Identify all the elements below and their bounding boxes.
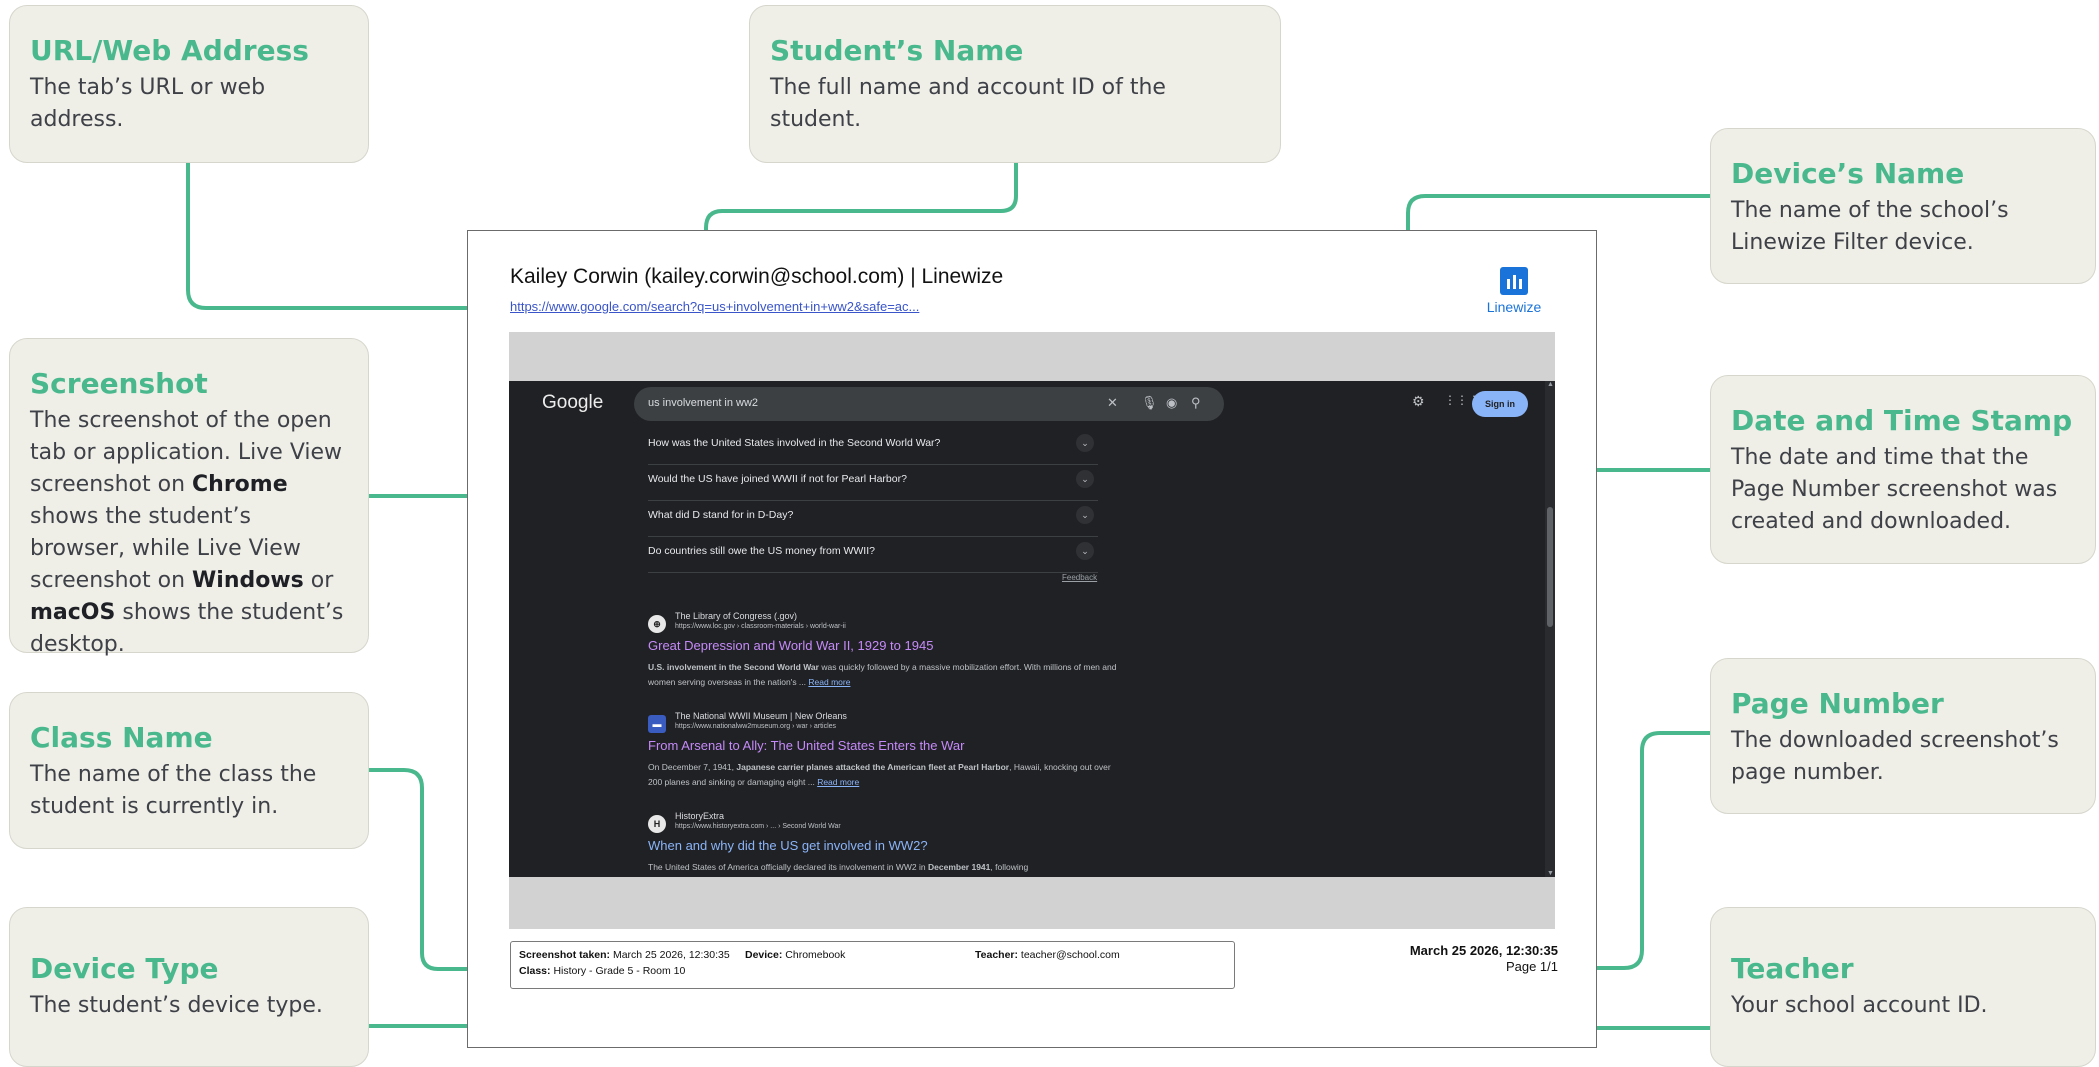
- result-snippet: On December 7, 1941, Japanese carrier pl…: [648, 762, 1111, 787]
- result-snippet: U.S. involvement in the Second World War…: [648, 662, 1117, 687]
- callout-page-number-title: Page Number: [1731, 687, 1944, 720]
- related-question-text: What did D stand for in D-Day?: [648, 509, 794, 521]
- callout-device-name-title: Device’s Name: [1731, 157, 1965, 190]
- linewize-brand-name: Linewize: [1486, 299, 1542, 315]
- linewize-logo: Linewize: [1474, 267, 1554, 315]
- callout-url-desc: The tab’s URL or web address.: [30, 75, 266, 132]
- callout-datetime-desc: The date and time that the Page Number s…: [1731, 445, 2058, 534]
- screenshot-info-box: Screenshot taken: March 25 2026, 12:30:3…: [510, 941, 1235, 989]
- chevron-down-icon[interactable]: ⌄: [1076, 434, 1094, 452]
- related-question-text: How was the United States involved in th…: [648, 437, 941, 449]
- clear-search-icon[interactable]: ✕: [1107, 395, 1118, 411]
- result-title-link[interactable]: When and why did the US get involved in …: [648, 838, 928, 853]
- screenshot-frame: Google us involvement in ww2 ✕ 🎙 ◉ ⚲ ⚙ ⋮…: [509, 332, 1555, 929]
- linewize-logo-icon: [1500, 267, 1528, 295]
- callout-device-type-title: Device Type: [30, 952, 219, 985]
- callout-class-name-desc: The name of the class the student is cur…: [30, 762, 317, 819]
- search-result: ▬ The National WWII Museum | New Orleans…: [648, 709, 1128, 789]
- callout-page-number: Page Number The downloaded screenshot’s …: [1710, 658, 2096, 814]
- callout-url-title: URL/Web Address: [30, 34, 309, 67]
- scroll-down-arrow-icon[interactable]: ▼: [1547, 870, 1554, 877]
- search-icon[interactable]: ⚲: [1191, 395, 1201, 411]
- google-search-query: us involvement in ww2: [648, 397, 759, 409]
- scrollbar[interactable]: ▲ ▼: [1545, 381, 1555, 877]
- chevron-down-icon[interactable]: ⌄: [1076, 470, 1094, 488]
- result-site-name: The National WWII Museum | New Orleans: [675, 711, 847, 721]
- camera-lens-icon[interactable]: ◉: [1166, 395, 1177, 411]
- scroll-up-arrow-icon[interactable]: ▲: [1547, 381, 1554, 388]
- google-sign-in-button[interactable]: Sign in: [1472, 391, 1528, 417]
- callout-class-name-title: Class Name: [30, 721, 213, 754]
- result-cite: https://www.historyextra.com › ... › Sec…: [675, 823, 841, 830]
- callout-screenshot: Screenshot The screenshot of the open ta…: [9, 338, 369, 657]
- callout-teacher-title: Teacher: [1731, 952, 1854, 985]
- read-more-link[interactable]: Read more: [817, 777, 859, 787]
- callout-datetime: Date and Time Stamp The date and time th…: [1710, 375, 2096, 564]
- class-name: Class: History - Grade 5 - Room 10: [519, 965, 686, 977]
- result-site-name: The Library of Congress (.gov): [675, 611, 798, 621]
- museum-favicon-icon: ▬: [648, 715, 666, 733]
- teacher-id: Teacher: teacher@school.com: [975, 949, 1120, 961]
- read-more-link[interactable]: Read more: [808, 677, 850, 687]
- chevron-down-icon[interactable]: ⌄: [1076, 506, 1094, 524]
- callout-student-name-title: Student’s Name: [770, 34, 1024, 67]
- callout-screenshot-title: Screenshot: [30, 367, 208, 400]
- chevron-down-icon[interactable]: ⌄: [1076, 542, 1094, 560]
- gear-icon[interactable]: ⚙: [1412, 393, 1425, 410]
- result-snippet: The United States of America officially …: [648, 862, 1029, 872]
- callout-teacher-desc: Your school account ID.: [1731, 993, 1988, 1018]
- callout-device-name: Device’s Name The name of the school’s L…: [1710, 128, 2096, 284]
- loc-favicon-icon: ⊕: [648, 615, 666, 633]
- screenshot-taken: Screenshot taken: March 25 2026, 12:30:3…: [519, 949, 730, 961]
- related-question[interactable]: Would the US have joined WWII if not for…: [648, 464, 1098, 501]
- callout-teacher: Teacher Your school account ID.: [1710, 907, 2096, 1067]
- result-cite: https://www.loc.gov › classroom-material…: [675, 623, 846, 630]
- result-site-name: HistoryExtra: [675, 811, 725, 821]
- page-number: Page 1/1: [1505, 959, 1558, 974]
- historyextra-favicon-icon: H: [648, 815, 666, 833]
- stamp-datetime: March 25 2026, 12:30:35: [1409, 943, 1558, 958]
- scrollbar-thumb[interactable]: [1547, 507, 1553, 627]
- callout-device-type: Device Type The student’s device type.: [9, 907, 369, 1067]
- screenshot-document: Kailey Corwin (kailey.corwin@school.com)…: [467, 230, 1597, 1048]
- callout-screenshot-desc: The screenshot of the open tab or applic…: [30, 408, 344, 657]
- result-title-link[interactable]: Great Depression and World War II, 1929 …: [648, 638, 933, 653]
- callout-device-name-desc: The name of the school’s Linewize Filter…: [1731, 198, 2009, 255]
- microphone-icon[interactable]: 🎙: [1141, 395, 1158, 411]
- search-result: ⊕ The Library of Congress (.gov) https:/…: [648, 609, 1128, 689]
- google-results-screenshot: Google us involvement in ww2 ✕ 🎙 ◉ ⚲ ⚙ ⋮…: [509, 381, 1555, 877]
- feedback-link[interactable]: Feedback: [1062, 573, 1097, 582]
- result-title-link[interactable]: From Arsenal to Ally: The United States …: [648, 738, 964, 753]
- related-question-text: Do countries still owe the US money from…: [648, 545, 875, 557]
- google-logo: Google: [542, 392, 604, 413]
- callout-student-name-desc: The full name and account ID of the stud…: [770, 75, 1166, 132]
- related-question[interactable]: Do countries still owe the US money from…: [648, 536, 1098, 573]
- result-cite: https://www.nationalww2museum.org › war …: [675, 723, 837, 730]
- callout-student-name: Student’s Name The full name and account…: [749, 5, 1281, 163]
- document-url-link[interactable]: https://www.google.com/search?q=us+invol…: [510, 299, 919, 314]
- callout-datetime-title: Date and Time Stamp: [1731, 404, 2073, 437]
- google-search-box[interactable]: us involvement in ww2 ✕ 🎙 ◉ ⚲: [634, 387, 1224, 421]
- callout-device-type-desc: The student’s device type.: [30, 993, 323, 1018]
- related-question[interactable]: What did D stand for in D-Day? ⌄: [648, 500, 1098, 537]
- callout-class-name: Class Name The name of the class the stu…: [9, 692, 369, 849]
- date-time-stamp: March 25 2026, 12:30:35 Page 1/1: [1410, 943, 1558, 975]
- device-type: Device: Chromebook: [745, 949, 846, 961]
- search-result: H HistoryExtra https://www.historyextra.…: [648, 809, 1128, 877]
- callout-url: URL/Web Address The tab’s URL or web add…: [9, 5, 369, 163]
- document-title: Kailey Corwin (kailey.corwin@school.com)…: [510, 265, 1004, 288]
- related-question-text: Would the US have joined WWII if not for…: [648, 473, 907, 485]
- callout-page-number-desc: The downloaded screenshot’s page number.: [1731, 728, 2059, 785]
- related-question[interactable]: How was the United States involved in th…: [648, 428, 1098, 465]
